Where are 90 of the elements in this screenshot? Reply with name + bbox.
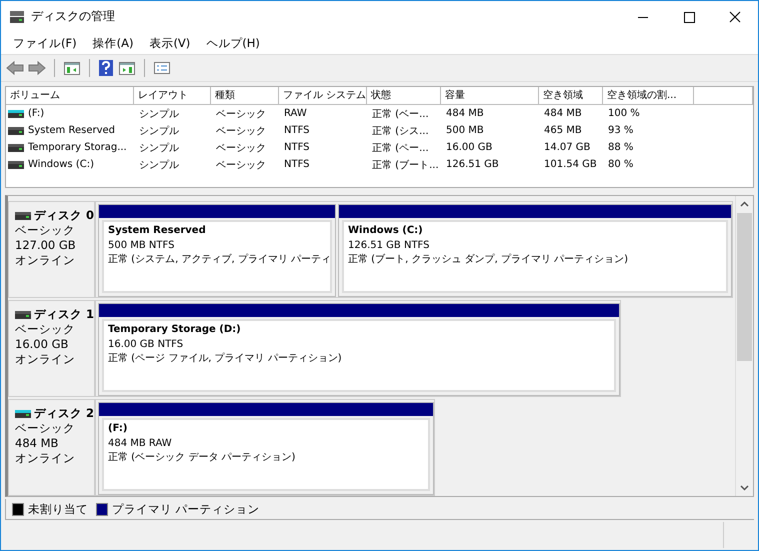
partition-name: (F:) [108, 422, 128, 436]
column-header[interactable]: 種類 [211, 87, 279, 105]
menu-item[interactable]: 操作(A) [84, 36, 142, 50]
table-cell: System Reserved [28, 125, 116, 136]
table-cell-text: NTFS [283, 159, 311, 170]
table-cell-text: 465 MB [543, 125, 583, 136]
table-cell-text: ベーシック [215, 124, 267, 138]
table-cell-text: 正常 (ベー... [371, 108, 430, 120]
partition-block[interactable]: Windows (C:) 126.51 GB NTFS 正常 (ブート, クラッシュ ダンプ, プライマリ パーティション) [338, 204, 732, 297]
console-tree-icon[interactable] [63, 60, 81, 76]
menu-item[interactable]: ファイル(F) [5, 36, 85, 50]
disk-name: ディスク 0 [34, 208, 94, 223]
action-pane-icon[interactable] [118, 60, 136, 76]
disk-name: ディスク 2 [34, 406, 94, 421]
table-cell-text: 80 % [607, 159, 634, 170]
table-cell-text: 93 % [607, 125, 634, 136]
partition-size: 500 MB NTFS [108, 238, 176, 252]
disk-status: オンライン [15, 253, 76, 268]
column-header[interactable]: ファイル システム [279, 87, 367, 105]
properties-icon[interactable] [153, 60, 171, 76]
drive-icon [8, 126, 24, 134]
partition-name: Temporary Storage (D:) [108, 323, 242, 337]
partition-size: 484 MB RAW [108, 436, 173, 450]
table-cell: (F:) [28, 108, 44, 119]
disk-management-icon [9, 10, 25, 24]
column-header[interactable]: 空き領域 [539, 87, 603, 105]
table-cell-text: シンプル [138, 158, 180, 172]
partition-name: System Reserved [108, 224, 207, 238]
disk-size: 16.00 GB [15, 337, 70, 352]
forward-arrow-icon[interactable] [28, 60, 46, 76]
scroll-thumb[interactable] [737, 213, 752, 361]
column-header[interactable]: レイアウト [134, 87, 211, 105]
table-cell-text: ベーシック [215, 158, 267, 172]
column-header[interactable]: ボリューム [6, 87, 134, 105]
disk-size: 127.00 GB [15, 238, 77, 253]
column-header[interactable]: 空き領域の割... [603, 87, 694, 105]
table-cell-text: ベーシック [215, 142, 267, 154]
table-cell-text: 14.07 GB [543, 142, 592, 153]
partition-status: 正常 (ベーシック データ パーティション) [108, 451, 296, 465]
table-cell-text: 500 MB [445, 125, 485, 136]
table-cell-text: ベーシック [215, 108, 267, 120]
drive-icon [8, 110, 24, 118]
legend-label: 未割り当て [28, 502, 88, 516]
table-cell-text: 126.51 GB [445, 159, 500, 170]
table-cell-text: シンプル [138, 108, 180, 120]
menu-item[interactable]: ヘルプ(H) [198, 36, 268, 50]
column-header[interactable]: 容量 [441, 87, 539, 105]
column-header[interactable]: 状態 [367, 87, 441, 105]
table-cell: Windows (C:) [28, 159, 94, 170]
table-cell-text: NTFS [283, 125, 311, 136]
disk-name: ディスク 1 [34, 307, 94, 322]
disk-type: ベーシック [15, 223, 76, 238]
table-cell-text: RAW [283, 108, 308, 119]
table-cell-text: 101.54 GB [543, 159, 598, 170]
table-cell-text: 正常 (ペー... [371, 142, 430, 154]
table-cell-text: 100 % [607, 108, 641, 119]
table-cell: Temporary Storag... [28, 142, 127, 153]
table-cell-text: 484 MB [445, 108, 485, 119]
help-icon[interactable] [98, 59, 114, 77]
partition-block[interactable]: System Reserved 500 MB NTFS 正常 (システム, アクティブ, プライマリ パーティ [98, 204, 336, 297]
table-cell-text: 484 MB [543, 108, 583, 119]
vertical-scrollbar[interactable] [735, 196, 753, 496]
table-cell-text: NTFS [283, 142, 311, 153]
table-cell-text: シンプル [138, 142, 180, 154]
disk-status: オンライン [15, 451, 76, 466]
partition-size: 126.51 GB NTFS [348, 238, 430, 252]
table-cell-text: 16.00 GB [445, 142, 494, 153]
partition-status: 正常 (ブート, クラッシュ ダンプ, プライマリ パーティション) [348, 253, 630, 267]
disk-info-panel[interactable]: ディスク 2 ベーシック 484 MB オンライン [8, 399, 96, 496]
partition-size: 16.00 GB NTFS [108, 338, 184, 352]
table-cell-text: シンプル [138, 124, 180, 138]
disk-info-panel[interactable]: ディスク 1 ベーシック 16.00 GB オンライン [8, 300, 96, 397]
table-cell-text: 正常 (シス... [371, 124, 430, 138]
partition-block[interactable]: (F:) 484 MB RAW 正常 (ベーシック データ パーティション) [98, 402, 434, 495]
back-arrow-icon[interactable] [6, 60, 24, 76]
disk-info-panel[interactable]: ディスク 0 ベーシック 127.00 GB オンライン [8, 201, 96, 298]
partition-block[interactable]: Temporary Storage (D:) 16.00 GB NTFS 正常 (ページ ファイル, プライマリ パーティション) [98, 303, 620, 396]
drive-icon [8, 160, 24, 168]
table-cell-text: 88 % [607, 142, 634, 153]
partition-name: Windows (C:) [348, 224, 424, 238]
legend-label: プライマリ パーティション [112, 502, 260, 516]
disk-status: オンライン [15, 352, 76, 367]
disk-size: 484 MB [15, 436, 60, 451]
window-title: ディスクの管理 [31, 8, 116, 25]
partition-status: 正常 (ページ ファイル, プライマリ パーティション) [108, 352, 343, 366]
disk-type: ベーシック [15, 421, 76, 436]
drive-icon [8, 144, 24, 152]
menu-item[interactable]: 表示(V) [141, 36, 198, 50]
table-cell-text: 正常 (ブート... [371, 158, 440, 172]
disk-type: ベーシック [15, 322, 76, 337]
